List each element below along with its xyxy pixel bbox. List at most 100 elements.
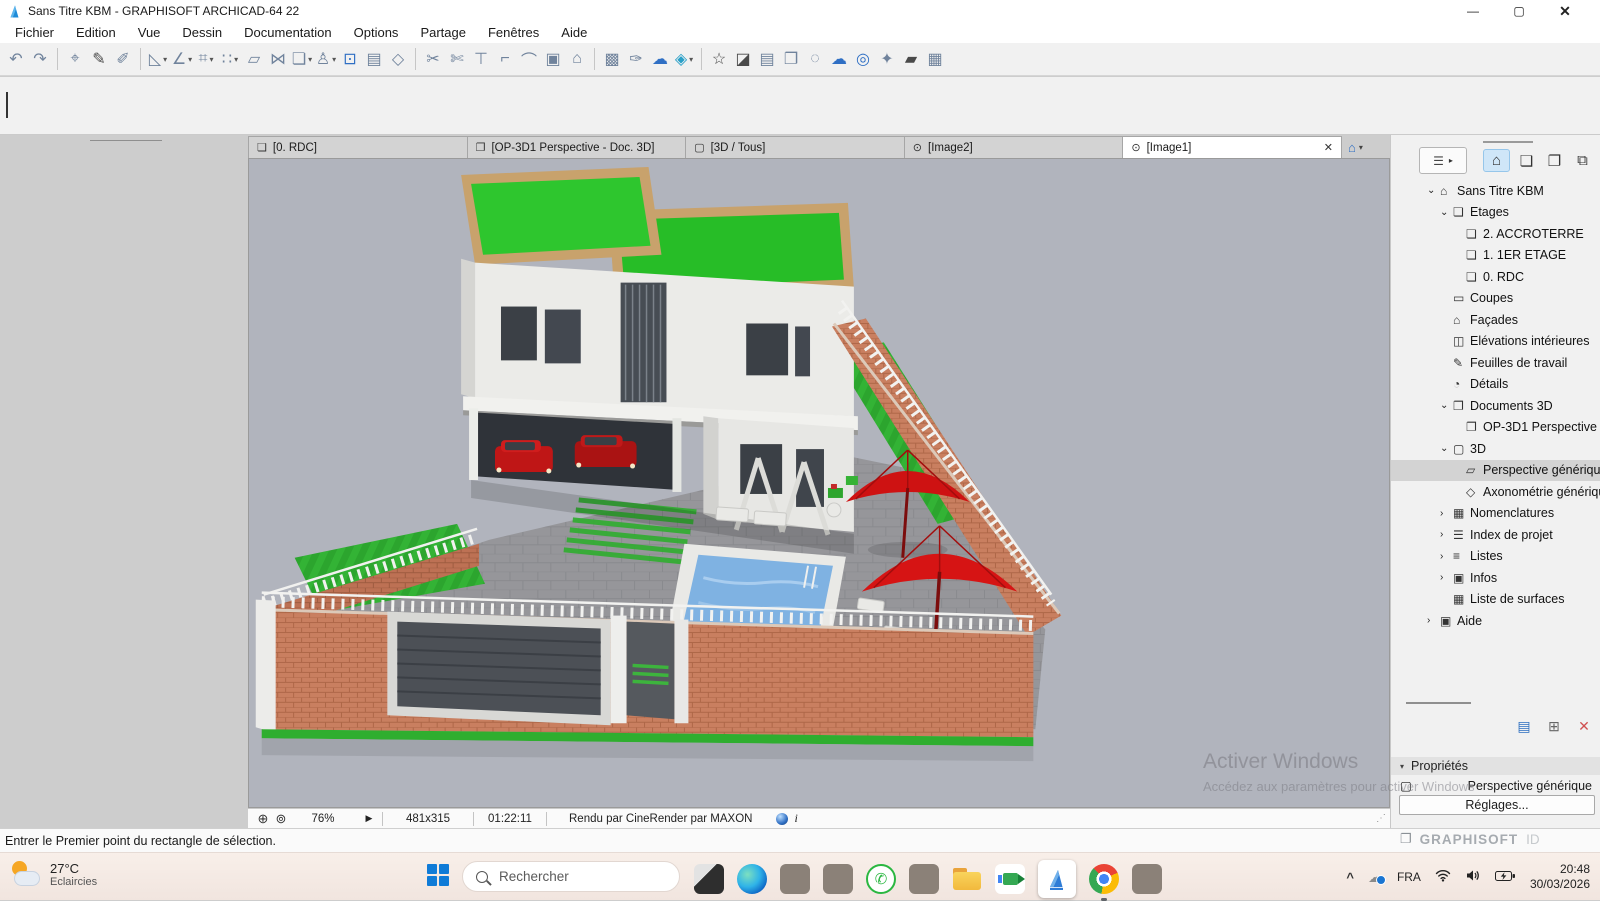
tree-item-1er-etage[interactable]: ❏1. 1ER ETAGE xyxy=(1391,245,1600,267)
chevron-down-icon[interactable]: ⌄ xyxy=(1440,443,1453,454)
transform-icon[interactable]: ⊡ xyxy=(338,47,362,71)
view-3d-icon[interactable]: ◈▾ xyxy=(672,47,696,71)
taskbar-app-1[interactable] xyxy=(780,864,810,894)
zoom-to-selection-icon[interactable]: ⌖ xyxy=(63,47,87,71)
marquee-icon[interactable]: ◇ xyxy=(386,47,410,71)
redo-icon[interactable]: ↷ xyxy=(28,47,52,71)
adjust-icon[interactable]: ✄ xyxy=(445,47,469,71)
expand-arrow-icon[interactable]: ▶ xyxy=(356,813,382,824)
tree-item-facades[interactable]: ⌂Façades xyxy=(1391,309,1600,331)
properties-panel-icon[interactable]: ▤ xyxy=(1513,716,1535,736)
taskbar-app-chrome[interactable] xyxy=(1089,864,1119,894)
profile-icon[interactable]: ♙▾ xyxy=(314,47,338,71)
menu-fenetres[interactable]: Fenêtres xyxy=(477,25,550,40)
tree-item-sans-titre-kbm[interactable]: ⌄⌂Sans Titre KBM xyxy=(1391,180,1600,202)
tree-item-accroterre[interactable]: ❏2. ACCROTERRE xyxy=(1391,223,1600,245)
setsquare-icon[interactable]: ◺▾ xyxy=(146,47,170,71)
freehand-icon[interactable]: ✑ xyxy=(624,47,648,71)
tree-item-perspective-generique[interactable]: ▱Perspective générique xyxy=(1391,460,1600,482)
roof-icon[interactable]: ⌂ xyxy=(565,47,589,71)
taskbar-app-explorer[interactable] xyxy=(952,864,982,894)
tab-0-rdc[interactable]: ❏ [0. RDC] xyxy=(248,136,468,158)
tree-item-axonometrie-generique[interactable]: ◇Axonométrie génériqu xyxy=(1391,481,1600,503)
taskbar-app-meet[interactable] xyxy=(995,864,1025,894)
chevron-right-icon[interactable]: › xyxy=(1427,615,1440,626)
weather-widget[interactable]: 27°C Eclaircies xyxy=(10,859,97,889)
menu-fichier[interactable]: Fichier xyxy=(4,25,65,40)
zoom-level[interactable]: 76% xyxy=(290,813,356,825)
tree-item-details[interactable]: ◔Détails xyxy=(1391,374,1600,396)
zoom-fit-icon[interactable]: ⊚ xyxy=(272,811,290,827)
garage-gate[interactable] xyxy=(387,612,688,726)
menu-partage[interactable]: Partage xyxy=(409,25,477,40)
chevron-right-icon[interactable]: › xyxy=(1440,529,1453,540)
tab-close-icon[interactable]: ✕ xyxy=(1324,141,1333,154)
clock-widget[interactable]: 20:48 30/03/2026 xyxy=(1530,862,1590,892)
tree-item-documents-3d[interactable]: ⌄❐Documents 3D xyxy=(1391,395,1600,417)
tree-item-elevations-interieures[interactable]: ◫Elévations intérieures xyxy=(1391,331,1600,353)
menu-dessin[interactable]: Dessin xyxy=(171,25,233,40)
volume-icon[interactable] xyxy=(1465,869,1481,885)
settings-button[interactable]: Réglages... xyxy=(1399,795,1595,815)
tray-expand-icon[interactable]: ^ xyxy=(1346,870,1354,885)
chevron-right-icon[interactable]: › xyxy=(1440,572,1453,583)
project-chooser-button[interactable]: ☰ ▸ xyxy=(1419,147,1467,174)
undo-icon[interactable]: ↶ xyxy=(4,47,28,71)
group-edit-icon[interactable]: ▩ xyxy=(600,47,624,71)
info-icon[interactable]: i xyxy=(794,811,797,826)
taskbar-app-2[interactable] xyxy=(823,864,853,894)
cloud-library-icon[interactable]: ☁ xyxy=(827,47,851,71)
chevron-down-icon[interactable]: ⌄ xyxy=(1440,400,1453,411)
maximize-button[interactable]: ▢ xyxy=(1512,4,1526,18)
taskbar-search[interactable] xyxy=(462,861,680,892)
graphisoft-id-button[interactable]: ❐ GRAPHISOFT ID xyxy=(1400,831,1540,847)
menu-vue[interactable]: Vue xyxy=(127,25,172,40)
tab-overview-button[interactable]: ⌂ ▾ xyxy=(1348,138,1363,156)
fillet-icon[interactable]: ⌒ xyxy=(517,47,541,71)
guide-lines-icon[interactable]: ∠▾ xyxy=(170,47,194,71)
menu-edition[interactable]: Edition xyxy=(65,25,127,40)
tree-item-etages[interactable]: ⌄❏Etages xyxy=(1391,202,1600,224)
building-materials-icon[interactable]: ▦ xyxy=(923,47,947,71)
language-indicator[interactable]: FRA xyxy=(1397,870,1421,884)
corner-icon[interactable]: ⌐ xyxy=(493,47,517,71)
project-map-button[interactable]: ⌂ xyxy=(1483,149,1510,172)
layers-icon[interactable]: ▤ xyxy=(755,47,779,71)
zoom-in-icon[interactable]: ⊕ xyxy=(254,811,272,827)
wifi-icon[interactable] xyxy=(1435,869,1451,885)
tree-item-op-3d1-perspective[interactable]: ❐OP-3D1 Perspective - D xyxy=(1391,417,1600,439)
taskbar-app-whatsapp[interactable]: ✆ xyxy=(866,864,896,894)
resize-grip[interactable]: ⋰ xyxy=(1376,813,1386,824)
menu-aide[interactable]: Aide xyxy=(550,25,598,40)
minimize-button[interactable]: — xyxy=(1466,4,1480,18)
viewport-3d-render[interactable] xyxy=(249,159,1389,807)
taskbar-app-4[interactable] xyxy=(1132,864,1162,894)
brush-icon[interactable]: ▰ xyxy=(899,47,923,71)
taskbar-app-3[interactable] xyxy=(909,864,939,894)
lasso-icon[interactable]: ◌ xyxy=(803,47,827,71)
tree-item-infos[interactable]: ›▣Infos xyxy=(1391,567,1600,589)
search-input[interactable] xyxy=(497,868,651,885)
tree-item-feuilles-de-travail[interactable]: ✎Feuilles de travail xyxy=(1391,352,1600,374)
publisher-button[interactable]: ⧉ xyxy=(1569,149,1596,172)
surface-painter-icon[interactable]: ✦ xyxy=(875,47,899,71)
battery-icon[interactable] xyxy=(1495,870,1516,885)
chevron-right-icon[interactable]: › xyxy=(1440,551,1453,562)
tab-image1[interactable]: ⊙ [Image1] ✕ xyxy=(1123,136,1342,158)
parameter-pickup-icon[interactable]: ✐ xyxy=(111,47,135,71)
chevron-down-icon[interactable]: ⌄ xyxy=(1427,185,1440,196)
extend-icon[interactable]: ⊤ xyxy=(469,47,493,71)
tree-item-aide[interactable]: ›▣Aide xyxy=(1391,610,1600,632)
render-frame-icon[interactable]: ◪ xyxy=(731,47,755,71)
camera-settings-icon[interactable]: ◎ xyxy=(851,47,875,71)
tree-item-3d[interactable]: ⌄▢3D xyxy=(1391,438,1600,460)
tree-item-index-de-projet[interactable]: ›☰Index de projet xyxy=(1391,524,1600,546)
paste-properties-icon[interactable]: ❐ xyxy=(779,47,803,71)
chevron-down-icon[interactable]: ⌄ xyxy=(1440,207,1453,218)
snap-plane-icon[interactable]: ▱ xyxy=(242,47,266,71)
taskbar-app-archicad[interactable] xyxy=(1038,860,1076,898)
taskbar-app-edge[interactable] xyxy=(737,864,767,894)
snap-points-icon[interactable]: ∷▾ xyxy=(218,47,242,71)
coordinates-icon[interactable]: ⌗▾ xyxy=(194,47,218,71)
layout-book-button[interactable]: ❐ xyxy=(1541,149,1568,172)
